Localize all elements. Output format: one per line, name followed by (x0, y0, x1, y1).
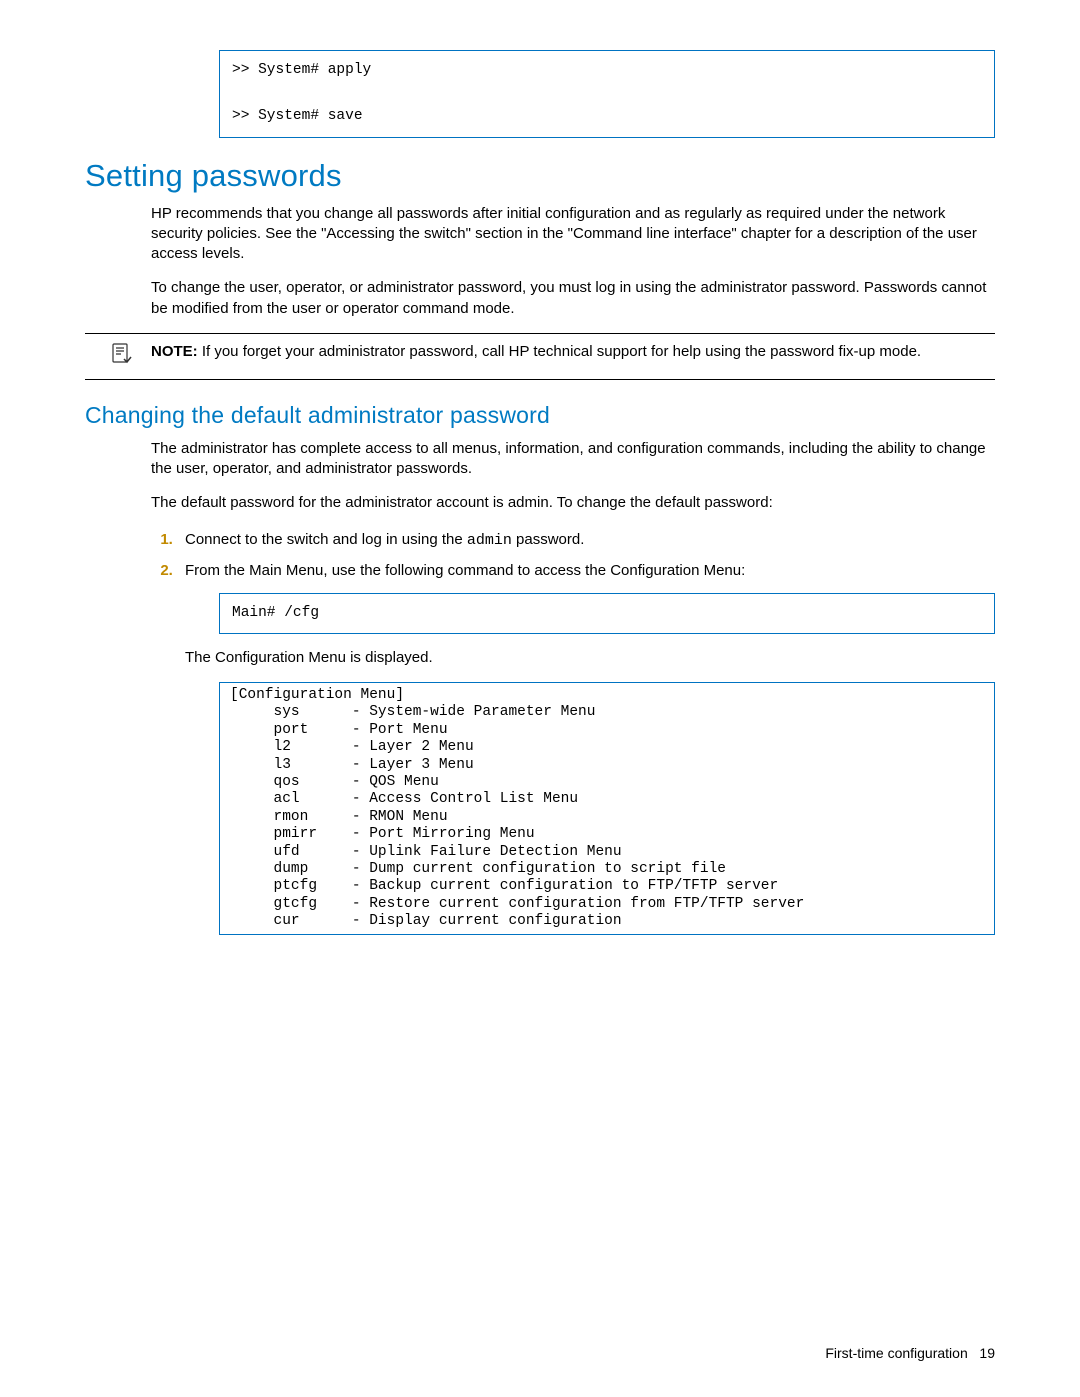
note-label: NOTE: (151, 343, 198, 360)
step-1-text-a: Connect to the switch and log in using t… (185, 531, 467, 548)
note-container: NOTE: If you forget your administrator p… (85, 333, 995, 380)
step-1: Connect to the switch and log in using t… (177, 528, 995, 553)
paragraph-admin-access: The administrator has complete access to… (151, 439, 995, 480)
paragraph-config-displayed: The Configuration Menu is displayed. (185, 648, 995, 668)
page: >> System# apply >> System# save Setting… (0, 0, 1080, 1397)
paragraph-default-password: The default password for the administrat… (151, 493, 995, 513)
note-icon (85, 342, 151, 371)
footer-page: 19 (979, 1345, 995, 1361)
note-body: If you forget your administrator passwor… (198, 343, 921, 360)
step-1-text-b: password. (512, 531, 585, 548)
code-block-config-menu: [Configuration Menu] sys - System-wide P… (219, 682, 995, 935)
steps-list: Connect to the switch and log in using t… (151, 528, 995, 583)
heading-changing-password: Changing the default administrator passw… (85, 402, 995, 429)
note-text: NOTE: If you forget your administrator p… (151, 342, 921, 362)
paragraph-change-note: To change the user, operator, or adminis… (151, 278, 995, 319)
heading-setting-passwords: Setting passwords (85, 158, 995, 194)
code-block-cfg: Main# /cfg (219, 593, 995, 634)
step-1-code: admin (467, 532, 512, 549)
paragraph-recommendation: HP recommends that you change all passwo… (151, 204, 995, 265)
footer-section: First-time configuration (825, 1345, 967, 1361)
footer: First-time configuration 19 (825, 1345, 995, 1361)
step-2: From the Main Menu, use the following co… (177, 559, 995, 583)
code-block-system: >> System# apply >> System# save (219, 50, 995, 138)
